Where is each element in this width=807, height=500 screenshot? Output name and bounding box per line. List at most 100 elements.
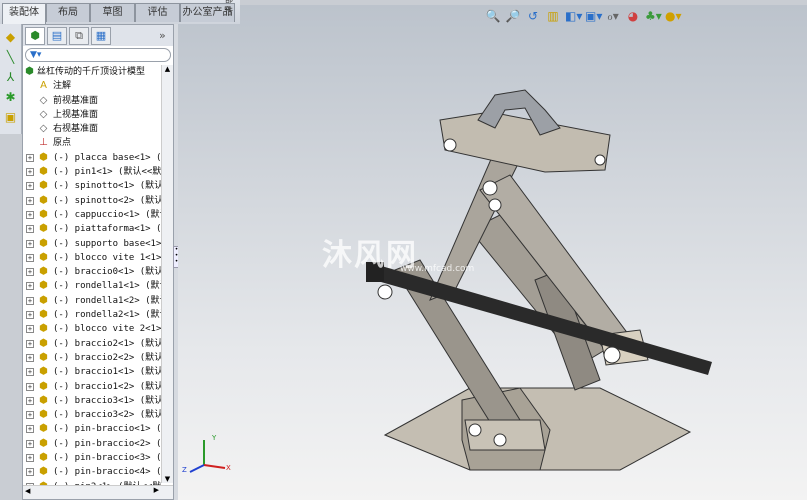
- expand-icon[interactable]: +: [26, 225, 34, 234]
- tree-root-assembly[interactable]: ⬢ 丝杠传动的千斤顶设计模型: [23, 65, 161, 79]
- feature-tree: ⬢ 丝杠传动的千斤顶设计模型 A 注解 ◇ 前视基准面 ◇ 上视基准面 ◇ 右视基准面 ⊥ 原点 + ⬢(…: [23, 65, 161, 485]
- part-icon: ⬢: [39, 323, 48, 335]
- tree-item-component[interactable]: + ⬢ (-) braccio2<2> (默认<: [23, 351, 161, 365]
- tab-evaluate[interactable]: 评估: [135, 3, 180, 22]
- command-tabs: 装配体 布局 草图 评估 办公室产品 部件: [0, 0, 240, 24]
- tree-item-feature[interactable]: ◇ 上视基准面: [23, 108, 161, 122]
- tree-item-component[interactable]: + ⬢ (-) supporto base<1> (: [23, 237, 161, 251]
- tree-item-component[interactable]: + ⬢ (-) pin-braccio<2> (默: [23, 437, 161, 451]
- tree-vertical-scrollbar[interactable]: ▲ ▼: [161, 65, 173, 483]
- tree-item-component[interactable]: + ⬢ (-) blocco vite 2<1> (: [23, 322, 161, 336]
- expand-icon[interactable]: +: [26, 325, 34, 334]
- expand-icon[interactable]: +: [26, 353, 34, 362]
- view-orientation-icon[interactable]: ◧▾: [565, 9, 582, 27]
- edit-appearance-icon[interactable]: ◕: [625, 9, 641, 27]
- coordinate-system-icon[interactable]: ⅄: [4, 70, 18, 84]
- part-icon: ⬢: [39, 208, 48, 220]
- expand-icon[interactable]: +: [26, 368, 34, 377]
- expand-icon[interactable]: +: [26, 339, 34, 348]
- tree-horizontal-scrollbar[interactable]: ◀ ▶: [23, 485, 173, 499]
- expand-icon[interactable]: +: [26, 311, 34, 320]
- tree-item-component[interactable]: + ⬢ (-) braccio3<1> (默认<: [23, 394, 161, 408]
- mate-reference-icon[interactable]: ▣: [4, 110, 18, 124]
- expand-icon[interactable]: +: [26, 382, 34, 391]
- expand-icon[interactable]: +: [26, 168, 34, 177]
- expand-icon[interactable]: +: [26, 210, 34, 219]
- apply-scene-icon[interactable]: ♣▾: [645, 9, 662, 27]
- part-icon: ⬢: [39, 251, 48, 263]
- zoom-area-icon[interactable]: 🔎: [505, 9, 521, 27]
- tree-item-label: (-) braccio1<1> (默认<: [53, 367, 161, 378]
- section-view-icon[interactable]: ▥: [545, 9, 561, 27]
- tree-item-label: (-) cappuccio<1> (默认: [53, 209, 161, 220]
- expand-icon[interactable]: +: [26, 425, 34, 434]
- plane-icon[interactable]: ◆: [4, 30, 18, 44]
- tree-item-feature[interactable]: ◇ 前视基准面: [23, 94, 161, 108]
- expand-icon[interactable]: +: [26, 268, 34, 277]
- expand-icon[interactable]: +: [26, 411, 34, 420]
- tab-sketch[interactable]: 草图: [90, 3, 135, 22]
- graphics-viewport[interactable]: Y X Z: [178, 5, 807, 500]
- feature-manager-panel: ⬢ ▤ ⧉ ▦ » ▼▾ ⬢ 丝杠传动的千斤顶设计模型 A 注解 ◇ 前视基准面 ◇ 上视基准…: [22, 24, 174, 500]
- panel-toolbar: ⬢ ▤ ⧉ ▦ »: [23, 25, 173, 46]
- expand-icon[interactable]: +: [26, 282, 34, 291]
- point-icon[interactable]: ✱: [4, 90, 18, 104]
- tree-item-component[interactable]: + ⬢ (-) pin-braccio<4> (默: [23, 465, 161, 479]
- tree-item-component[interactable]: + ⬢ (-) braccio1<2> (默认<: [23, 380, 161, 394]
- tree-item-label: (-) supporto base<1> (: [53, 238, 161, 249]
- feature-manager-tab-icon[interactable]: ⬢: [25, 27, 45, 45]
- tree-filter-input[interactable]: ▼▾: [25, 48, 171, 62]
- expand-icon[interactable]: +: [26, 253, 34, 262]
- part-icon: ⬢: [39, 423, 48, 435]
- tree-item-component[interactable]: + ⬢ (-) braccio0<1> (默认<: [23, 265, 161, 279]
- tree-item-component[interactable]: + ⬢ (-) pin-braccio<1> (默: [23, 422, 161, 436]
- tree-item-component[interactable]: + ⬢ (-) rondella1<1> (默认: [23, 279, 161, 293]
- tree-item-component[interactable]: + ⬢ (-) pin1<1> (默认<<默L: [23, 165, 161, 179]
- display-style-icon[interactable]: ▣▾: [585, 9, 602, 27]
- tree-item-component[interactable]: + ⬢ (-) spinotto<1> (默认<: [23, 179, 161, 193]
- tree-item-feature[interactable]: ⊥ 原点: [23, 136, 161, 150]
- view-settings-icon[interactable]: ●▾: [665, 9, 682, 27]
- tree-item-component[interactable]: + ⬢ (-) cappuccio<1> (默认: [23, 208, 161, 222]
- expand-icon[interactable]: +: [26, 439, 34, 448]
- configuration-manager-tab-icon[interactable]: ⧉: [69, 27, 89, 45]
- tab-layout[interactable]: 布局: [46, 3, 90, 22]
- display-manager-tab-icon[interactable]: ▦: [91, 27, 111, 45]
- tree-item-component[interactable]: + ⬢ (-) rondella1<2> (默认: [23, 294, 161, 308]
- zoom-to-fit-icon[interactable]: 🔍: [485, 9, 501, 27]
- expand-icon[interactable]: +: [26, 396, 34, 405]
- tab-assembly[interactable]: 装配体: [2, 3, 46, 24]
- tree-item-feature[interactable]: A 注解: [23, 79, 161, 93]
- tree-item-component[interactable]: + ⬢ (-) pin-braccio<3> (默: [23, 451, 161, 465]
- expand-icon[interactable]: +: [26, 239, 34, 248]
- tree-item-label: (-) braccio0<1> (默认<: [53, 267, 161, 278]
- tree-item-component[interactable]: + ⬢ (-) placca base<1> (默: [23, 151, 161, 165]
- expand-icon[interactable]: +: [26, 454, 34, 463]
- tree-item-feature[interactable]: ◇ 右视基准面: [23, 122, 161, 136]
- watermark-url: www.mfcad.com: [400, 264, 475, 274]
- tree-item-component[interactable]: + ⬢ (-) braccio3<2> (默认<: [23, 408, 161, 422]
- jack-model: Y X Z: [182, 89, 712, 474]
- tree-item-label: 注解: [53, 81, 72, 92]
- part-icon: ⬢: [39, 409, 48, 421]
- tree-item-label: 原点: [53, 138, 72, 149]
- tree-item-component[interactable]: + ⬢ (-) blocco vite 1<1> (: [23, 251, 161, 265]
- expand-icon[interactable]: +: [26, 153, 34, 162]
- property-manager-tab-icon[interactable]: ▤: [47, 27, 67, 45]
- tree-item-component[interactable]: + ⬢ (-) braccio2<1> (默认<: [23, 337, 161, 351]
- tree-item-component[interactable]: + ⬢ (-) rondella2<1> (默认: [23, 308, 161, 322]
- expand-icon[interactable]: +: [26, 468, 34, 477]
- axis-icon[interactable]: ╲: [4, 50, 18, 64]
- tree-item-label: (-) spinotto<1> (默认<: [53, 181, 161, 192]
- previous-view-icon[interactable]: ↺: [525, 9, 541, 27]
- expand-icon[interactable]: +: [26, 196, 34, 205]
- part-icon: ⬢: [39, 280, 48, 292]
- expand-icon[interactable]: +: [26, 296, 34, 305]
- expand-icon[interactable]: +: [26, 182, 34, 191]
- tree-item-component[interactable]: + ⬢ (-) braccio1<1> (默认<: [23, 365, 161, 379]
- expand-tabs-button[interactable]: »: [159, 29, 166, 42]
- tree-item-component[interactable]: + ⬢ (-) spinotto<2> (默认<: [23, 194, 161, 208]
- hide-show-items-icon[interactable]: ℴ▾: [605, 9, 621, 27]
- tree-item-component[interactable]: + ⬢ (-) piattaforma<1> (默: [23, 222, 161, 236]
- tree-item-label: (-) braccio1<2> (默认<: [53, 381, 161, 392]
